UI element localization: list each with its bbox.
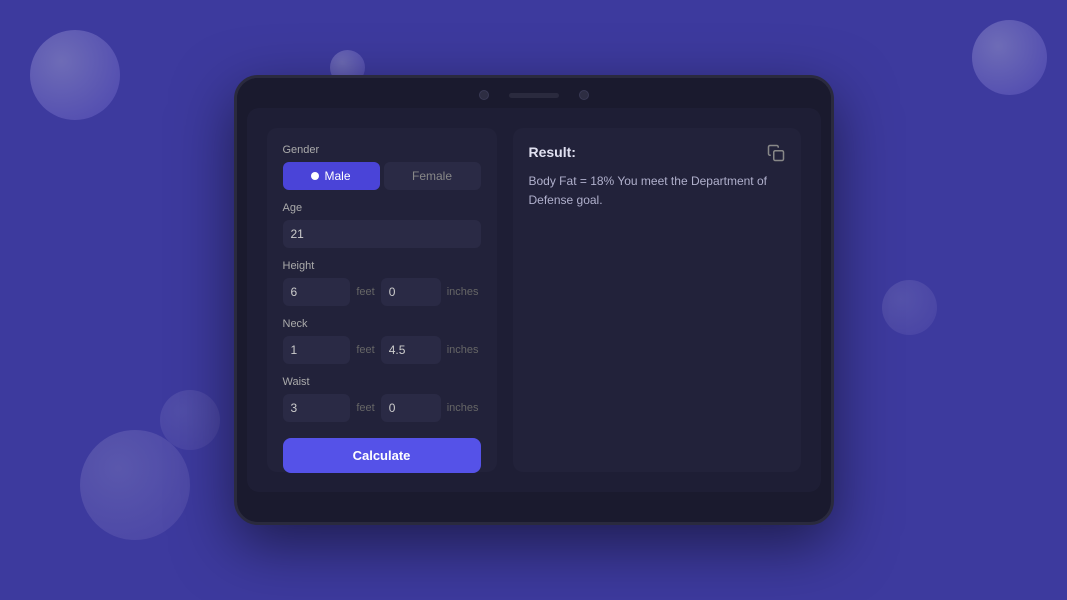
- tablet-speaker: [509, 93, 559, 98]
- result-panel: Result: Body Fat = 18% You meet the Depa…: [513, 128, 801, 472]
- neck-field-group: Neck feet inches: [283, 318, 481, 364]
- radio-dot-male: [311, 172, 319, 180]
- neck-label: Neck: [283, 318, 481, 330]
- waist-feet-input[interactable]: [283, 394, 351, 422]
- tablet-camera: [479, 90, 489, 100]
- waist-input-row: feet inches: [283, 394, 481, 422]
- age-label: Age: [283, 202, 481, 214]
- waist-inches-unit: inches: [445, 402, 481, 414]
- bg-bubble-1: [30, 30, 120, 120]
- female-button[interactable]: Female: [384, 162, 481, 190]
- age-input[interactable]: [283, 220, 481, 248]
- form-panel: Gender Male Female Age Height: [267, 128, 497, 472]
- male-button[interactable]: Male: [283, 162, 380, 190]
- height-inches-unit: inches: [445, 286, 481, 298]
- bg-bubble-5: [160, 390, 220, 450]
- waist-field-group: Waist feet inches: [283, 376, 481, 422]
- gender-label: Gender: [283, 144, 481, 156]
- waist-inches-input[interactable]: [381, 394, 441, 422]
- bg-bubble-4: [80, 430, 190, 540]
- male-label: Male: [324, 169, 350, 183]
- calculate-button[interactable]: Calculate: [283, 438, 481, 473]
- tablet: Gender Male Female Age Height: [234, 75, 834, 525]
- neck-feet-input[interactable]: [283, 336, 351, 364]
- gender-toggle: Male Female: [283, 162, 481, 190]
- result-header: Result:: [529, 144, 785, 162]
- neck-inches-unit: inches: [445, 344, 481, 356]
- result-text: Body Fat = 18% You meet the Department o…: [529, 172, 785, 210]
- female-label: Female: [412, 169, 452, 183]
- height-feet-input[interactable]: [283, 278, 351, 306]
- tablet-content: Gender Male Female Age Height: [247, 108, 821, 492]
- waist-feet-unit: feet: [354, 402, 376, 414]
- neck-input-row: feet inches: [283, 336, 481, 364]
- neck-feet-unit: feet: [354, 344, 376, 356]
- bg-bubble-3: [972, 20, 1047, 95]
- height-inches-input[interactable]: [381, 278, 441, 306]
- height-feet-unit: feet: [354, 286, 376, 298]
- tablet-mic: [579, 90, 589, 100]
- height-label: Height: [283, 260, 481, 272]
- bg-bubble-6: [882, 280, 937, 335]
- neck-inches-input[interactable]: [381, 336, 441, 364]
- height-field-group: Height feet inches: [283, 260, 481, 306]
- copy-icon[interactable]: [767, 144, 785, 162]
- age-field-group: Age: [283, 202, 481, 248]
- tablet-top-bar: [237, 78, 831, 108]
- waist-label: Waist: [283, 376, 481, 388]
- gender-field-group: Gender Male Female: [283, 144, 481, 190]
- height-input-row: feet inches: [283, 278, 481, 306]
- result-title: Result:: [529, 144, 576, 160]
